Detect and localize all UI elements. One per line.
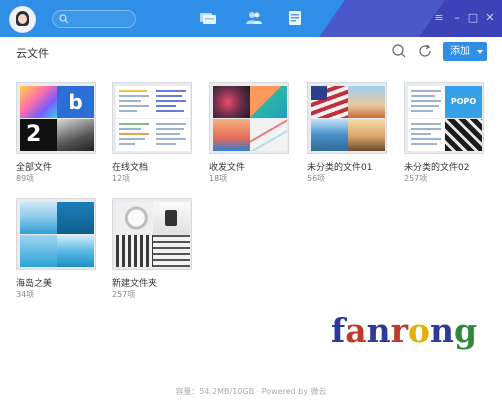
thumb-image	[57, 235, 94, 267]
notes-icon[interactable]	[286, 10, 304, 26]
folder-count: 12项	[112, 174, 131, 183]
thumb-image	[57, 202, 94, 234]
thumb-doc	[408, 119, 445, 151]
watermark-letter: n	[430, 311, 454, 350]
refresh-icon[interactable]	[417, 43, 433, 59]
folder-count: 257项	[112, 290, 136, 299]
watermark-letter: f	[331, 311, 346, 350]
top-bar: ≡ – □ ✕	[0, 0, 502, 37]
thumb-image	[213, 86, 250, 118]
folder-thumbnail	[307, 82, 387, 154]
folder-name: 收发文件	[209, 163, 246, 173]
thumb-image	[20, 86, 57, 118]
folder-name: 在线文档	[112, 163, 149, 173]
folder-thumbnail: b 2	[16, 82, 96, 154]
folder-thumbnail	[16, 198, 96, 270]
thumb-image-2: 2	[20, 119, 57, 151]
search-input[interactable]	[52, 10, 136, 28]
thumb-image	[20, 235, 57, 267]
thumb-image	[250, 119, 287, 151]
thumb-digit: 2	[26, 122, 42, 147]
folder-count: 56项	[307, 174, 326, 183]
folder-thumbnail: POPO	[404, 82, 484, 154]
avatar-face	[18, 14, 27, 24]
folder-count: 34项	[16, 290, 35, 299]
folder-thumbnail	[112, 82, 192, 154]
contacts-icon[interactable]	[245, 10, 263, 26]
thumb-image	[57, 119, 94, 151]
dropdown-caret-icon	[477, 50, 483, 54]
folder-count: 257项	[404, 174, 428, 183]
watermark-letter: o	[407, 311, 430, 350]
thumb-image-b: b	[57, 86, 94, 118]
thumb-doc	[153, 86, 190, 118]
watermark-letter: g	[454, 311, 478, 350]
storage-footer: 容量：54.2MB/10GB · Powered by 微云	[175, 387, 327, 396]
files-icon[interactable]	[199, 10, 217, 26]
thumb-image	[311, 86, 348, 118]
thumb-image	[348, 119, 385, 151]
folder-count: 18项	[209, 174, 228, 183]
thumb-image	[311, 119, 348, 151]
watermark-letter: n	[366, 311, 391, 350]
folder-name: 未分类的文件02	[404, 163, 470, 173]
thumb-doc	[116, 86, 153, 118]
search-icon[interactable]	[391, 43, 407, 59]
thumb-image	[20, 202, 57, 234]
folder-thumbnail	[209, 82, 289, 154]
thumb-image	[116, 235, 153, 267]
close-icon[interactable]: ✕	[484, 12, 496, 24]
folder-name: 新建文件夹	[112, 279, 158, 289]
thumb-doc	[153, 119, 190, 151]
search-icon	[59, 14, 69, 24]
thumb-image	[445, 119, 482, 151]
folder-name: 未分类的文件01	[307, 163, 373, 173]
page-title: 云文件	[16, 47, 49, 60]
folder-thumbnail	[112, 198, 192, 270]
thumb-image	[116, 202, 153, 234]
folder-name: 海岛之美	[16, 279, 53, 289]
folder-count: 89项	[16, 174, 35, 183]
thumb-image	[213, 119, 250, 151]
thumb-doc	[408, 86, 445, 118]
thumb-doc	[116, 119, 153, 151]
watermark-logo: fanrong	[331, 311, 477, 350]
thumb-image	[348, 86, 385, 118]
thumb-image-popo: POPO	[445, 86, 482, 118]
thumb-image	[153, 202, 190, 234]
thumb-image	[153, 235, 190, 267]
add-button-label: 添加	[450, 46, 470, 57]
watermark-letter: r	[390, 311, 408, 350]
avatar[interactable]	[9, 6, 36, 33]
thumb-image	[250, 86, 287, 118]
menu-icon[interactable]: ≡	[433, 12, 445, 24]
minimize-icon[interactable]: –	[451, 12, 463, 24]
thumb-letter: b	[68, 90, 83, 114]
maximize-icon[interactable]: □	[467, 12, 479, 24]
watermark-letter: a	[345, 311, 367, 350]
folder-name: 全部文件	[16, 163, 53, 173]
add-button[interactable]: 添加	[443, 42, 487, 61]
thumb-popo-text: POPO	[450, 97, 477, 106]
